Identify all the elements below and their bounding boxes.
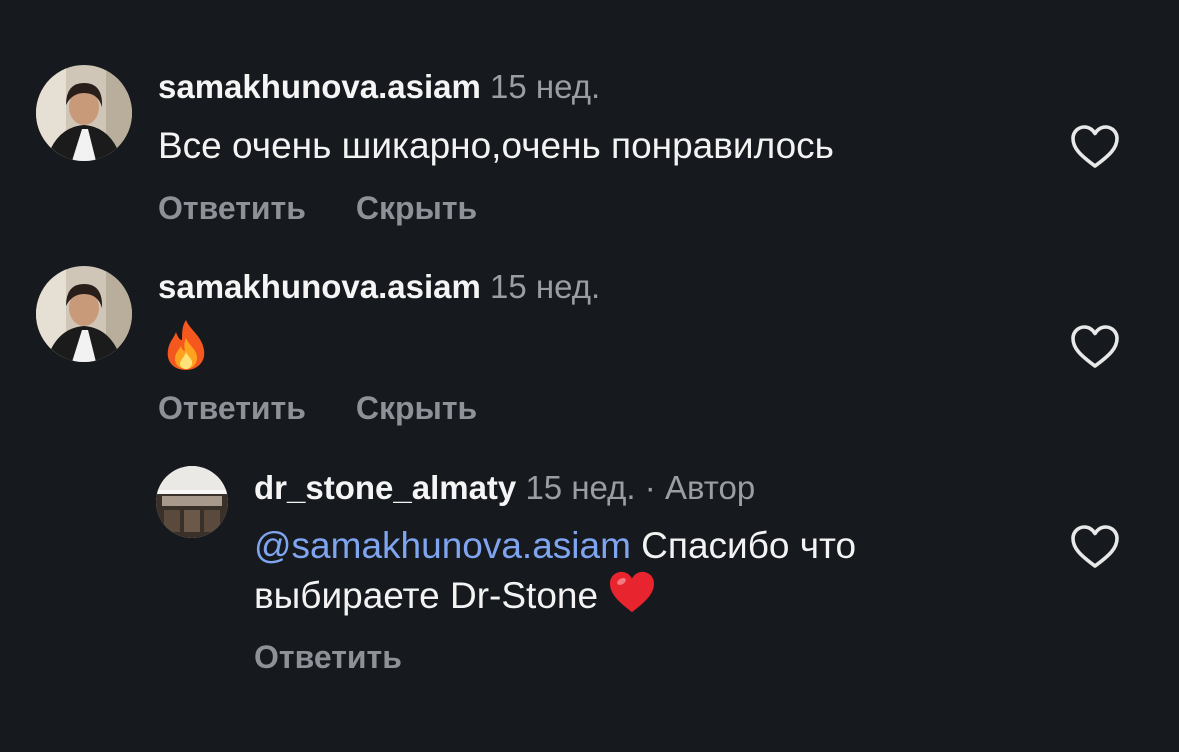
separator-dot: ·: [644, 469, 656, 506]
comment-text: [162, 318, 210, 384]
author-badge: Автор: [664, 469, 756, 506]
username[interactable]: samakhunova.asiam: [158, 268, 481, 305]
avatar[interactable]: [36, 266, 132, 362]
timestamp: 15 нед.: [490, 268, 601, 305]
reply-button[interactable]: Ответить: [254, 639, 402, 675]
comment-text-line2: выбираете Dr-Stone: [254, 574, 599, 616]
comment-text: @samakhunova.asiam Спасибо что: [254, 522, 856, 570]
reply-button[interactable]: Ответить: [158, 390, 306, 426]
heart-outline-icon[interactable]: [1070, 124, 1120, 170]
mention-link[interactable]: @samakhunova.asiam: [254, 525, 631, 566]
hide-button[interactable]: Скрыть: [356, 390, 477, 426]
heart-outline-icon[interactable]: [1070, 324, 1120, 370]
comment-text-line1: Спасибо что: [630, 525, 857, 566]
timestamp: 15 нед.: [490, 68, 601, 105]
heart-outline-icon[interactable]: [1070, 524, 1120, 570]
red-heart-emoji-icon: [608, 570, 656, 626]
fire-emoji-icon: [162, 318, 210, 384]
username[interactable]: samakhunova.asiam: [158, 68, 481, 105]
avatar[interactable]: [156, 466, 228, 538]
hide-button[interactable]: Скрыть: [356, 190, 477, 226]
username[interactable]: dr_stone_almaty: [254, 469, 516, 506]
timestamp: 15 нед.: [525, 469, 636, 506]
comment-text: Все очень шикарно,очень понравилось: [158, 125, 834, 166]
reply-button[interactable]: Ответить: [158, 190, 306, 226]
avatar[interactable]: [36, 65, 132, 161]
